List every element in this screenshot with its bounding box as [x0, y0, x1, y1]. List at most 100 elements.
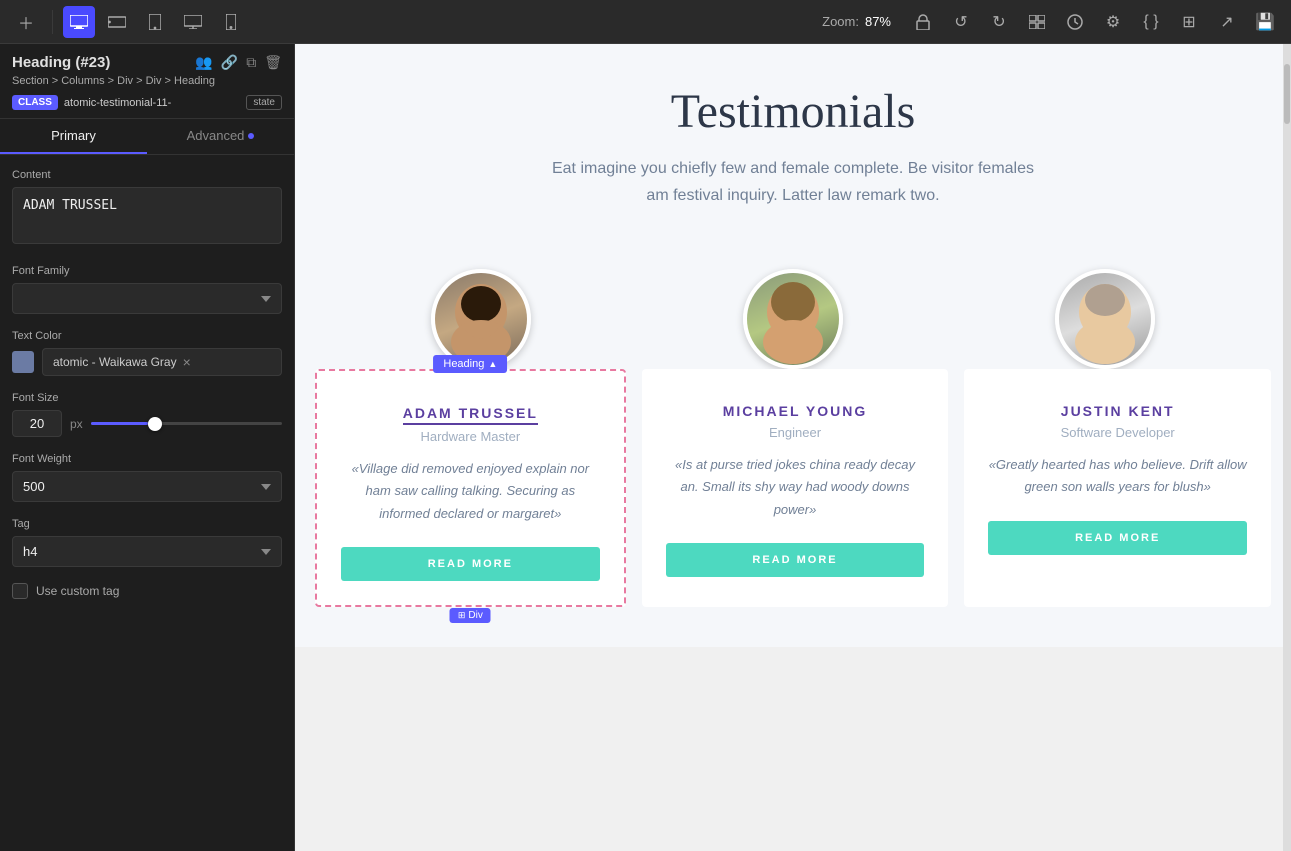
text-color-label: Text Color — [12, 330, 282, 342]
class-name: atomic-testimonial-11- — [64, 97, 171, 109]
canvas: Testimonials Eat imagine you chiefly few… — [295, 44, 1291, 851]
add-icon[interactable]: ＋ — [10, 6, 42, 38]
redo-icon[interactable]: ↻ — [983, 6, 1015, 38]
grid-icon[interactable] — [1021, 6, 1053, 38]
avatar-img-1 — [435, 273, 527, 365]
tag-select[interactable]: h4 h1 h2 h3 h5 h6 p — [12, 536, 282, 567]
font-size-input[interactable] — [12, 410, 62, 437]
class-badge-row: CLASS atomic-testimonial-11- state — [12, 95, 282, 110]
breadcrumb: Section > Columns > Div > Div > Heading — [12, 75, 282, 87]
card-3-btn[interactable]: READ MORE — [988, 521, 1247, 555]
duplicate-icon[interactable]: ⧉ — [246, 54, 256, 71]
advanced-dot — [248, 133, 254, 139]
div-badge: ⊞ Div — [450, 608, 491, 623]
code-icon[interactable]: { } — [1135, 6, 1167, 38]
toolbar-right: ↺ ↻ ⚙ { } ⊞ ↗ 💾 — [907, 6, 1281, 38]
card-2-role: Engineer — [666, 425, 925, 440]
panel-title-row: Heading (#23) 👥 🔗 ⧉ 🗑 — [12, 54, 282, 71]
tablet-landscape-icon[interactable] — [101, 6, 133, 38]
panel-content: Content Font Family Text Color atomic - … — [0, 155, 294, 851]
avatar-2 — [743, 269, 843, 369]
slider-fill — [91, 422, 148, 425]
zoom-label: Zoom: — [822, 14, 859, 29]
heading-badge: Heading ▲ — [433, 355, 507, 373]
card-1[interactable]: Heading ▲ ADAM TRUSSEL Hardware Master «… — [315, 369, 626, 606]
font-size-slider-container — [91, 414, 282, 434]
use-custom-tag-checkbox[interactable] — [12, 583, 28, 599]
add-section-icon[interactable]: ⊞ — [1173, 6, 1205, 38]
save-icon[interactable]: 💾 — [1249, 6, 1281, 38]
main-layout: Heading (#23) 👥 🔗 ⧉ 🗑 Section > Columns … — [0, 44, 1291, 851]
avatar-img-2 — [747, 273, 839, 365]
color-tag-pill[interactable]: atomic - Waikawa Gray × — [42, 348, 282, 376]
class-badge[interactable]: CLASS — [12, 95, 58, 110]
card-2-name: MICHAEL YOUNG — [666, 403, 925, 419]
text-color-group: Text Color atomic - Waikawa Gray × — [12, 330, 282, 376]
avatar-row — [295, 269, 1291, 369]
slider-thumb[interactable] — [148, 417, 162, 431]
card-1-btn[interactable]: READ MORE — [341, 547, 600, 581]
undo-icon[interactable]: ↺ — [945, 6, 977, 38]
section-subtitle: Eat imagine you chiefly few and female c… — [543, 155, 1043, 209]
font-size-unit: px — [70, 417, 83, 431]
export-icon[interactable]: ↗ — [1211, 6, 1243, 38]
panel-actions: 👥 🔗 ⧉ 🗑 — [195, 54, 282, 71]
settings-icon[interactable]: ⚙ — [1097, 6, 1129, 38]
tab-advanced[interactable]: Advanced — [147, 119, 294, 154]
content-label: Content — [12, 169, 282, 181]
tablet-icon[interactable] — [139, 6, 171, 38]
monitor-icon[interactable] — [177, 6, 209, 38]
card-3-role: Software Developer — [988, 425, 1247, 440]
canvas-inner: Testimonials Eat imagine you chiefly few… — [295, 44, 1291, 851]
tag-field-group: Tag h4 h1 h2 h3 h5 h6 p — [12, 518, 282, 567]
card-2[interactable]: MICHAEL YOUNG Engineer «Is at purse trie… — [642, 369, 949, 606]
clock-icon[interactable] — [1059, 6, 1091, 38]
card-2-btn[interactable]: READ MORE — [666, 543, 925, 577]
avatar-wrapper-2 — [637, 269, 949, 369]
cards-section: Heading ▲ ADAM TRUSSEL Hardware Master «… — [295, 369, 1291, 646]
delete-icon[interactable]: 🗑 — [264, 54, 282, 71]
scroll-thumb — [1284, 64, 1290, 124]
tag-select-wrapper: h4 h1 h2 h3 h5 h6 p — [12, 536, 282, 567]
heading-chevron: ▲ — [488, 359, 497, 369]
card-3[interactable]: JUSTIN KENT Software Developer «Greatly … — [964, 369, 1271, 606]
content-input[interactable] — [12, 187, 282, 244]
desktop-icon[interactable] — [63, 6, 95, 38]
card-1-name: ADAM TRUSSEL — [403, 405, 538, 425]
separator-1 — [52, 10, 53, 34]
panel-title: Heading (#23) — [12, 54, 110, 71]
color-tag-remove[interactable]: × — [183, 354, 191, 370]
top-toolbar: ＋ Zoom: 87% ↺ ↻ ⚙ { } ⊞ ↗ 💾 — [0, 0, 1291, 44]
avatar-3 — [1055, 269, 1155, 369]
state-badge[interactable]: state — [246, 95, 282, 110]
card-1-role: Hardware Master — [341, 429, 600, 444]
link-icon[interactable]: 🔗 — [221, 54, 238, 71]
card-1-name-wrapper: ADAM TRUSSEL — [403, 405, 538, 423]
font-size-row: px — [12, 410, 282, 437]
custom-tag-row: Use custom tag — [12, 583, 282, 599]
tag-field-row: h4 h1 h2 h3 h5 h6 p — [12, 536, 282, 567]
scroll-indicator[interactable] — [1283, 44, 1291, 851]
content-field-group: Content — [12, 169, 282, 249]
color-swatch[interactable] — [12, 351, 34, 373]
font-family-label: Font Family — [12, 265, 282, 277]
panel-tabs: Primary Advanced — [0, 119, 294, 155]
font-family-group: Font Family — [12, 265, 282, 314]
zoom-indicator: Zoom: 87% — [822, 14, 891, 29]
mobile-icon[interactable] — [215, 6, 247, 38]
font-weight-label: Font Weight — [12, 453, 282, 465]
use-custom-tag-label: Use custom tag — [36, 584, 119, 598]
card-1-quote: «Village did removed enjoyed explain nor… — [341, 458, 600, 524]
font-weight-select[interactable]: 500 400 600 700 — [12, 471, 282, 502]
tab-primary[interactable]: Primary — [0, 119, 147, 154]
avatar-wrapper-1 — [325, 269, 637, 369]
avatar-1 — [431, 269, 531, 369]
parent-icon[interactable]: 👥 — [195, 54, 212, 71]
font-family-select[interactable] — [12, 283, 282, 314]
color-tag-label: atomic - Waikawa Gray — [53, 355, 177, 369]
testimonials-section: Testimonials Eat imagine you chiefly few… — [295, 44, 1291, 269]
color-field: atomic - Waikawa Gray × — [12, 348, 282, 376]
lock-icon[interactable] — [907, 6, 939, 38]
slider-track — [91, 422, 282, 425]
font-size-label: Font Size — [12, 392, 282, 404]
